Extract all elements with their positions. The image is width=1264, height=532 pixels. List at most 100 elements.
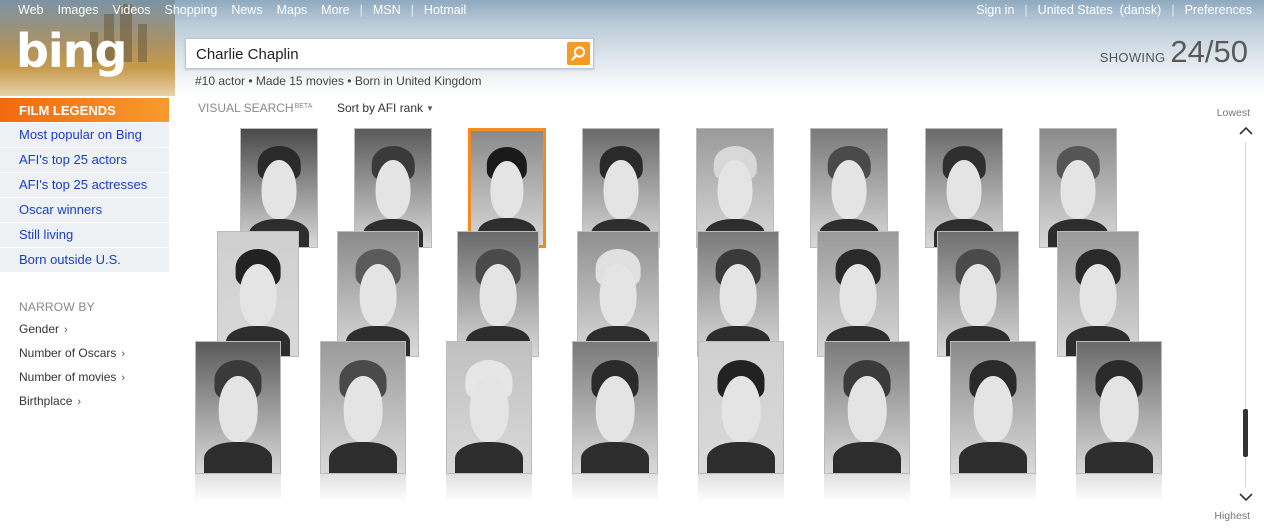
result-thumbnail[interactable] <box>1076 341 1162 502</box>
portrait-face <box>469 376 509 442</box>
portrait-face <box>973 376 1013 442</box>
portrait-face <box>375 159 411 219</box>
filter-gender[interactable]: Gender › <box>19 322 125 346</box>
search-button[interactable] <box>567 42 590 65</box>
search-input[interactable] <box>196 44 556 64</box>
portrait-photo <box>824 341 910 474</box>
portrait-face <box>847 376 887 442</box>
sidebar-item-top-actors[interactable]: AFI's top 25 actors <box>0 148 169 173</box>
beta-badge: BETA <box>294 103 313 110</box>
sign-in-link[interactable]: Sign in <box>976 3 1014 17</box>
result-thumbnail-selected[interactable] <box>468 128 546 248</box>
sidebar-item-oscar-winners[interactable]: Oscar winners <box>0 198 169 223</box>
portrait-face <box>721 376 761 442</box>
slider-thumb[interactable] <box>1243 409 1248 457</box>
chevron-up-icon[interactable] <box>1238 124 1254 138</box>
result-thumbnail[interactable] <box>217 231 299 357</box>
portrait-photo <box>195 341 281 474</box>
portrait-photo <box>582 128 660 248</box>
nav-divider: | <box>410 3 414 17</box>
sidebar-item-top-actresses[interactable]: AFI's top 25 actresses <box>0 173 169 198</box>
portrait-face <box>719 264 757 327</box>
result-thumbnail[interactable] <box>698 341 784 502</box>
thumbnail-reflection <box>572 474 658 502</box>
result-thumbnail[interactable] <box>240 128 318 248</box>
portrait-photo <box>354 128 432 248</box>
result-thumbnail[interactable] <box>354 128 432 248</box>
preferences-link[interactable]: Preferences <box>1185 3 1252 17</box>
portrait-photo <box>937 231 1019 357</box>
sidebar-item-most-popular[interactable]: Most popular on Bing <box>0 123 169 148</box>
nav-link-more[interactable]: More <box>321 3 349 17</box>
portrait-face <box>343 376 383 442</box>
portrait-photo <box>572 341 658 474</box>
nav-link-news[interactable]: News <box>231 3 262 17</box>
slider-top-label: Lowest <box>1216 107 1250 119</box>
result-thumbnail[interactable] <box>810 128 888 248</box>
visual-search-label: VISUAL SEARCHBETA <box>198 101 312 115</box>
thumbnail-reflection <box>195 474 281 502</box>
portrait-body <box>329 441 397 473</box>
sort-label: Sort by AFI rank <box>337 101 424 115</box>
bing-logo[interactable]: bing <box>16 28 127 74</box>
result-thumbnail[interactable] <box>577 231 659 357</box>
portrait-face <box>599 264 637 327</box>
nav-link-hotmail[interactable]: Hotmail <box>424 3 466 17</box>
search-icon <box>571 46 586 61</box>
film-legends-header: FILM LEGENDS <box>0 98 169 122</box>
portrait-photo <box>698 341 784 474</box>
nav-link-videos[interactable]: Videos <box>112 3 150 17</box>
chevron-right-icon: › <box>121 372 126 384</box>
portrait-face <box>595 376 635 442</box>
sidebar-item-born-outside-us[interactable]: Born outside U.S. <box>0 248 169 273</box>
nav-link-msn[interactable]: MSN <box>373 3 401 17</box>
nav-divider: | <box>359 3 363 17</box>
region-link[interactable]: United States (dansk) <box>1038 3 1162 17</box>
result-thumbnail[interactable] <box>950 341 1036 502</box>
result-thumbnail[interactable] <box>697 231 779 357</box>
filter-number-of-oscars[interactable]: Number of Oscars › <box>19 346 125 370</box>
thumbnail-reflection <box>950 474 1036 502</box>
result-thumbnail[interactable] <box>582 128 660 248</box>
filter-number-of-movies[interactable]: Number of movies › <box>19 370 125 394</box>
showing-counter: SHOWING 24/50 <box>1100 34 1248 70</box>
portrait-photo <box>468 128 546 248</box>
sort-dropdown[interactable]: Sort by AFI rank ▼ <box>337 101 434 115</box>
portrait-photo <box>457 231 539 357</box>
portrait-body <box>204 441 272 473</box>
portrait-photo <box>577 231 659 357</box>
nav-link-images[interactable]: Images <box>57 3 98 17</box>
chevron-down-icon[interactable] <box>1238 490 1254 504</box>
result-thumbnail[interactable] <box>817 231 899 357</box>
filter-birthplace[interactable]: Birthplace › <box>19 394 125 418</box>
portrait-face <box>479 264 517 327</box>
result-thumbnail[interactable] <box>337 231 419 357</box>
result-thumbnail[interactable] <box>1039 128 1117 248</box>
result-thumbnail[interactable] <box>320 341 406 502</box>
result-thumbnail[interactable] <box>696 128 774 248</box>
top-nav-right: Sign in | United States (dansk) | Prefer… <box>976 0 1252 20</box>
result-thumbnail[interactable] <box>937 231 1019 357</box>
nav-link-web[interactable]: Web <box>18 3 43 17</box>
result-thumbnail[interactable] <box>446 341 532 502</box>
result-thumbnail[interactable] <box>925 128 1003 248</box>
slider-bottom-label: Highest <box>1214 510 1250 522</box>
filter-label: Number of Oscars <box>19 346 117 360</box>
result-thumbnail[interactable] <box>572 341 658 502</box>
portrait-photo <box>696 128 774 248</box>
portrait-photo <box>240 128 318 248</box>
nav-link-maps[interactable]: Maps <box>277 3 308 17</box>
portrait-face <box>1060 159 1096 219</box>
result-thumbnail[interactable] <box>457 231 539 357</box>
result-thumbnail[interactable] <box>195 341 281 502</box>
portrait-face <box>717 159 753 219</box>
result-thumbnail[interactable] <box>1057 231 1139 357</box>
portrait-face <box>490 160 524 218</box>
nav-link-shopping[interactable]: Shopping <box>164 3 217 17</box>
search-box <box>185 38 594 69</box>
filter-label: Number of movies <box>19 370 117 384</box>
portrait-face <box>839 264 877 327</box>
portrait-photo <box>1076 341 1162 474</box>
sidebar-item-still-living[interactable]: Still living <box>0 223 169 248</box>
result-thumbnail[interactable] <box>824 341 910 502</box>
